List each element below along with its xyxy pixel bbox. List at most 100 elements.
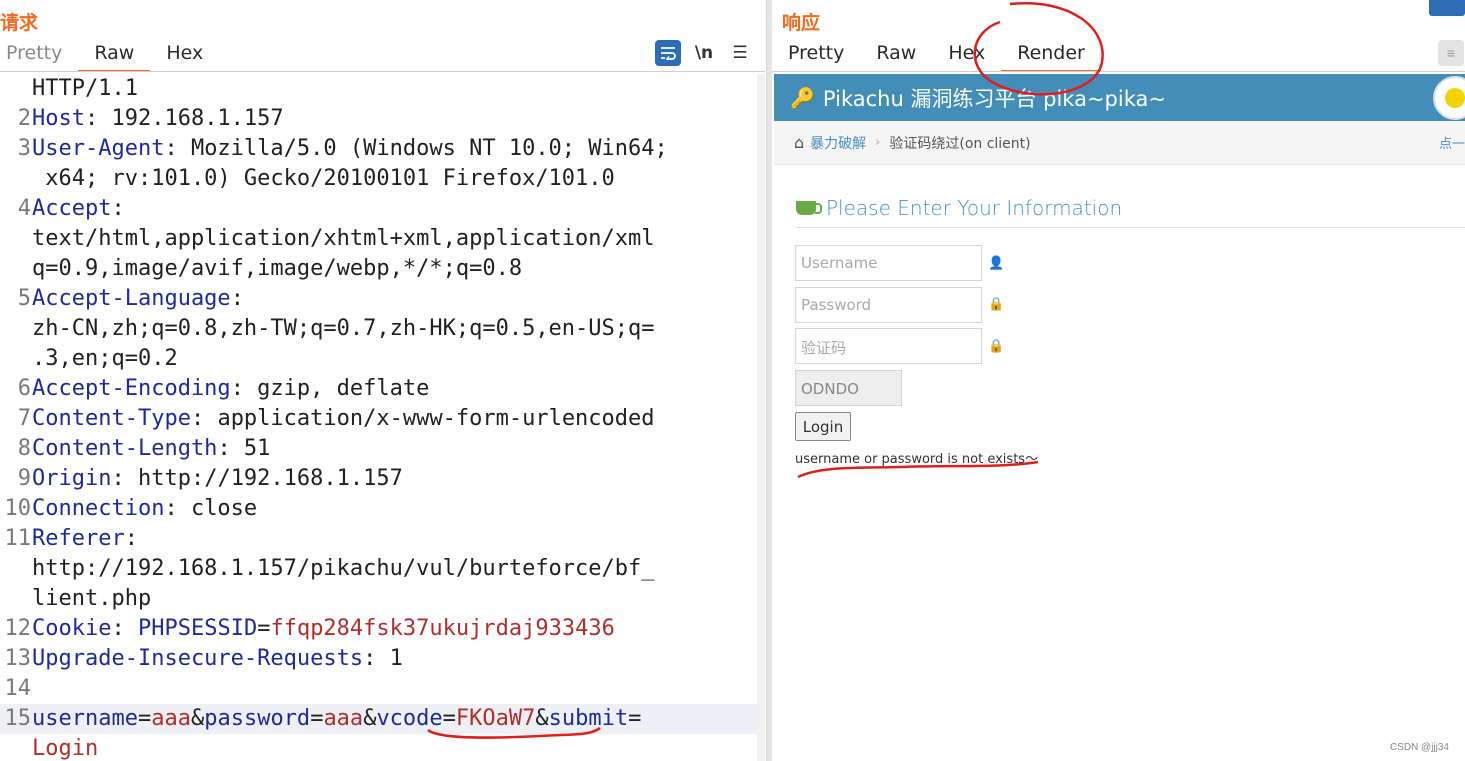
request-pane: 请求 Pretty Raw Hex \n ☰ HTTP/1.1 2 Host: 19… xyxy=(0,0,765,761)
line-number: 12 xyxy=(4,616,32,641)
editor-scrollbar[interactable] xyxy=(757,74,765,761)
line-number: 3 xyxy=(17,136,31,161)
line-number: 15 xyxy=(4,706,32,731)
line-content: Referer: xyxy=(32,524,138,554)
editor-line: 8 Content-Length: 51 xyxy=(0,434,760,464)
editor-line: 6 Accept-Encoding: gzip, deflate xyxy=(0,374,760,404)
header-key: Referer xyxy=(32,526,125,551)
line-number: 6 xyxy=(17,376,31,401)
line-content: Cookie: PHPSESSID=ffqp284fsk37ukujrdaj93… xyxy=(32,614,615,644)
header-key: Connection xyxy=(32,496,165,521)
line-content: Login xyxy=(32,734,98,761)
tab-render[interactable]: Render xyxy=(1001,40,1101,72)
line-content: Connection: close xyxy=(32,494,257,524)
form-heading: Please Enter Your Information xyxy=(796,196,1122,220)
line-number xyxy=(0,254,32,284)
editor-line: zh-CN,zh;q=0.8,zh-TW;q=0.7,zh-HK;q=0.5,e… xyxy=(0,314,760,344)
tab-pretty[interactable]: Pretty xyxy=(772,40,860,72)
code-text: zh-CN,zh;q=0.8,zh-TW;q=0.7,zh-HK;q=0.5,e… xyxy=(32,316,655,341)
form-heading-text: Please Enter Your Information xyxy=(826,196,1123,220)
header-key: User-Agent xyxy=(32,136,165,161)
pikachu-avatar[interactable] xyxy=(1433,76,1465,120)
code-text: lient.php xyxy=(32,586,152,611)
editor-line: http://192.168.1.157/pikachu/vul/burtefo… xyxy=(0,554,760,584)
code-text: = xyxy=(310,706,324,731)
editor-line: Login xyxy=(0,734,760,761)
captcha-image: ODNDO xyxy=(795,370,902,406)
line-number xyxy=(0,164,32,194)
code-text: : 51 xyxy=(217,436,271,461)
code-text: & xyxy=(363,706,377,731)
newline-toggle-button[interactable]: \n xyxy=(691,40,717,66)
editor-line: 13 Upgrade-Insecure-Requests: 1 xyxy=(0,644,760,674)
home-icon[interactable]: ⌂ xyxy=(794,133,804,152)
tab-hex[interactable]: Hex xyxy=(932,40,1001,72)
site-title[interactable]: Pikachu 漏洞练习平台 pika~pika~ xyxy=(823,83,1166,113)
response-title: 响应 xyxy=(782,12,821,34)
tab-pretty[interactable]: Pretty xyxy=(0,40,78,72)
line-number xyxy=(0,314,32,344)
code-text: = xyxy=(137,706,152,731)
code-text: & xyxy=(190,706,205,731)
line-content: HTTP/1.1 xyxy=(32,74,138,104)
editor-line: 4 Accept: xyxy=(0,194,760,224)
error-message: username or password is not exists～ xyxy=(795,452,1039,467)
editor-line: x64; rv:101.0) Gecko/20100101 Firefox/10… xyxy=(0,164,760,194)
breadcrumb-link[interactable]: 暴力破解 xyxy=(810,133,866,153)
line-content: Origin: http://192.168.1.157 xyxy=(32,464,403,494)
tab-raw[interactable]: Raw xyxy=(860,40,932,72)
code-text: : gzip, deflate xyxy=(230,376,430,401)
header-key: Content-Type xyxy=(32,406,191,431)
header-key: Accept-Encoding xyxy=(32,376,231,401)
header-key: Cookie xyxy=(32,616,112,641)
line-content: text/html,application/xhtml+xml,applicat… xyxy=(32,224,655,254)
line-number: 9 xyxy=(17,466,31,491)
code-text: : xyxy=(230,286,244,311)
line-number: 8 xyxy=(17,436,31,461)
response-tabs: Pretty Raw Hex Render xyxy=(772,40,1101,72)
code-text: : application/x-www-form-urlencoded xyxy=(190,406,655,431)
chevron-right-icon: › xyxy=(875,135,881,150)
line-number: 5 xyxy=(17,286,31,311)
tab-divider xyxy=(0,71,765,72)
code-text: : xyxy=(111,616,138,641)
header-key: PHPSESSID xyxy=(137,616,258,641)
wrap-lines-icon[interactable]: ≡ xyxy=(1438,40,1464,66)
panel-layout-icon[interactable] xyxy=(1429,0,1465,16)
user-icon: 👤 xyxy=(988,255,1005,270)
lock-icon: 🔒 xyxy=(988,338,1005,353)
password-field[interactable]: Password xyxy=(795,287,982,323)
coffee-cup-icon xyxy=(796,201,822,215)
breadcrumb: ⌂ 暴力破解 › 验证码绕过(on client) 点一 xyxy=(774,121,1465,165)
line-content: Accept-Encoding: gzip, deflate xyxy=(32,374,429,404)
key-icon: 🔑 xyxy=(790,85,815,110)
username-field[interactable]: Username xyxy=(795,245,982,281)
code-text: x64; rv:101.0) Gecko/20100101 Firefox/10… xyxy=(32,166,615,191)
hint-link[interactable]: 点一 xyxy=(1439,133,1465,152)
code-text: : Mozilla/5.0 (Windows NT 10.0; Win64; xyxy=(164,136,668,161)
vcode-field[interactable]: 验证码 xyxy=(795,328,982,364)
tab-raw[interactable]: Raw xyxy=(78,40,151,72)
code-text: : 1 xyxy=(363,646,403,671)
editor-line: HTTP/1.1 xyxy=(0,74,760,104)
param-value: aaa xyxy=(323,706,364,731)
editor-line: lient.php xyxy=(0,584,760,614)
login-button[interactable]: Login xyxy=(795,412,851,441)
line-content: User-Agent: Mozilla/5.0 (Windows NT 10.0… xyxy=(32,134,668,164)
editor-line: q=0.9,image/avif,image/webp,*/*;q=0.8 xyxy=(0,254,760,284)
code-text: : xyxy=(111,196,125,221)
editor-line: 11 Referer: xyxy=(0,524,760,554)
site-navbar: 🔑 Pikachu 漏洞练习平台 pika~pika~ xyxy=(774,74,1465,121)
line-number: 7 xyxy=(17,406,31,431)
header-key: submit xyxy=(548,706,629,731)
hamburger-menu-icon[interactable]: ☰ xyxy=(727,40,753,66)
request-editor[interactable]: HTTP/1.1 2 Host: 192.168.1.157 3 User-Agent:… xyxy=(0,74,760,761)
wrap-lines-icon[interactable] xyxy=(655,40,681,66)
param-value: FKOaW7 xyxy=(455,706,536,731)
line-number xyxy=(0,344,32,374)
line-number xyxy=(0,224,32,254)
request-title: 请求 xyxy=(0,12,39,34)
tab-hex[interactable]: Hex xyxy=(150,40,219,72)
param-value: Login xyxy=(32,736,99,761)
line-content: zh-CN,zh;q=0.8,zh-TW;q=0.7,zh-HK;q=0.5,e… xyxy=(32,314,655,344)
